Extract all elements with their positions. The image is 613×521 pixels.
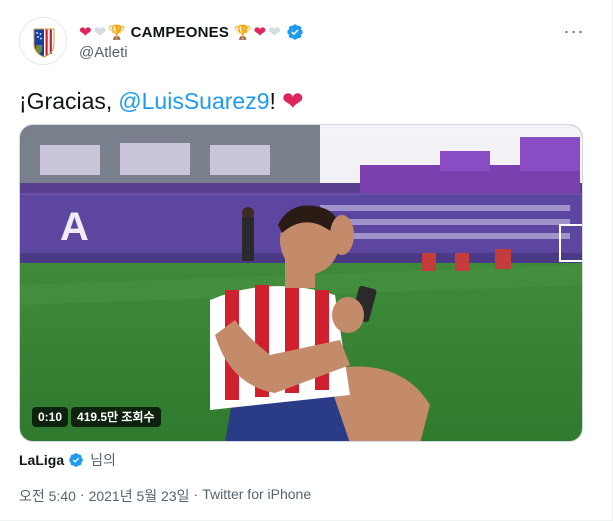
white-heart-icon: ❤ [93, 24, 107, 41]
separator: · [79, 486, 85, 502]
author-name-text: CAMPEONES [130, 23, 230, 41]
tweet-text-prefix: ¡Gracias, [19, 88, 113, 114]
video-duration: 0:10 [32, 407, 69, 427]
video-views: 419.5만 조회수 [71, 407, 161, 427]
more-horizontal-icon: ··· [563, 20, 585, 41]
red-heart-icon: ❤ [79, 24, 92, 41]
atletico-crest-icon [20, 18, 66, 64]
video-badges: 0:10 419.5만 조회수 [32, 407, 161, 429]
video-player[interactable]: A 0:10 419.5만 조회수 [19, 124, 583, 442]
tweet-metadata: 오전 5:40 · 2021년 5월 23일 · Twitter for iPh… [19, 486, 311, 506]
tweet-date[interactable]: 2021년 5월 23일 [89, 486, 190, 506]
avatar[interactable] [19, 17, 67, 65]
video-thumbnail: A [20, 125, 582, 441]
separator: · [193, 486, 199, 502]
author-handle[interactable]: @Atleti [79, 44, 304, 61]
tweet-source[interactable]: Twitter for iPhone [202, 486, 311, 506]
red-heart-icon: ❤ [281, 86, 304, 116]
tweet-card: ❤ ❤ 🏆 CAMPEONES 🏆 ❤ ❤ @Atleti ··· ¡Graci… [0, 0, 613, 521]
media-attribution: LaLiga 님의 [19, 450, 116, 470]
more-options-button[interactable]: ··· [562, 19, 586, 43]
tweet-header: ❤ ❤ 🏆 CAMPEONES 🏆 ❤ ❤ @Atleti ··· [19, 17, 594, 69]
author-names: ❤ ❤ 🏆 CAMPEONES 🏆 ❤ ❤ @Atleti [79, 21, 304, 61]
attribution-suffix: 님의 [90, 452, 116, 468]
verified-badge-icon [69, 453, 83, 467]
red-heart-icon: ❤ [253, 24, 267, 41]
tweet-text-suffix: ! [269, 88, 276, 114]
svg-text:A: A [60, 205, 89, 249]
mention-link[interactable]: @LuisSuarez9 [118, 86, 269, 116]
attribution-name[interactable]: LaLiga [19, 452, 64, 468]
verified-badge-icon [286, 24, 303, 40]
white-heart-icon: ❤ [268, 24, 281, 41]
trophy-icon: 🏆 [108, 23, 126, 40]
tweet-text: ¡Gracias, @LuisSuarez9! ❤ [19, 86, 304, 116]
trophy-icon: 🏆 [234, 23, 252, 40]
author-display-name[interactable]: ❤ ❤ 🏆 CAMPEONES 🏆 ❤ ❤ [79, 21, 304, 43]
tweet-time[interactable]: 오전 5:40 [19, 486, 76, 506]
